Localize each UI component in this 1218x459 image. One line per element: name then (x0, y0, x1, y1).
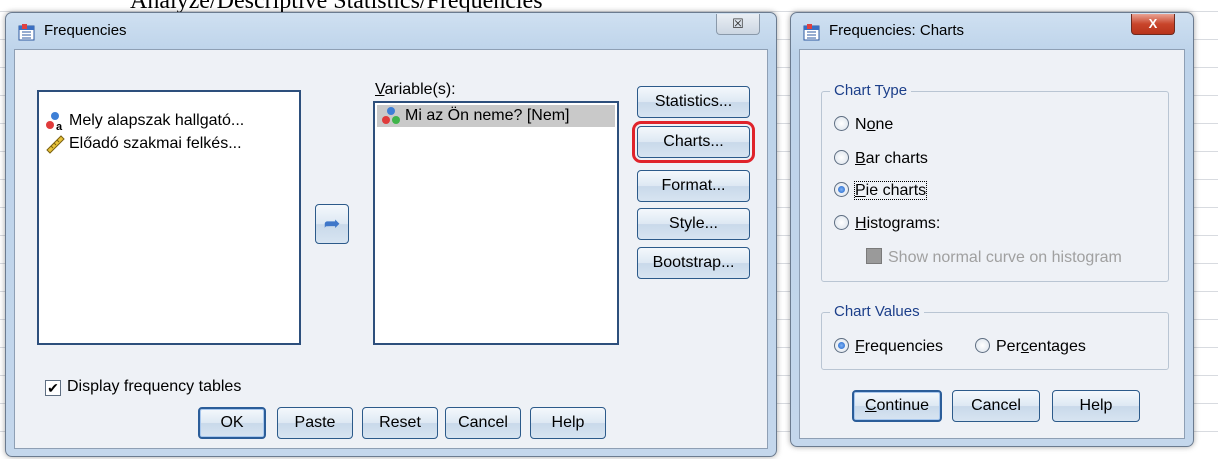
frequencies-app-icon (18, 24, 35, 41)
chart-type-title: Chart Type (830, 82, 912, 99)
charts-client-area: Chart Type None Bar charts Pie charts Hi… (799, 49, 1185, 439)
charts-close-button[interactable]: X (1131, 14, 1175, 35)
charts-button-label: Charts... (663, 133, 724, 150)
list-item[interactable]: Előadó szakmai felkés... (45, 133, 242, 155)
list-item[interactable]: a Mely alapszak hallgató... (45, 110, 244, 132)
frequencies-client-area: a Mely alapszak hallgató... Előadó szakm… (14, 49, 768, 449)
checkmark-icon: ✔ (45, 380, 61, 396)
list-item-label: Előadó szakmai felkés... (69, 135, 242, 152)
frequencies-app-icon (803, 24, 820, 41)
cancel-button[interactable]: Cancel (445, 407, 521, 439)
statistics-button[interactable]: Statistics... (637, 86, 750, 118)
charts-titlebar[interactable]: Frequencies: Charts X (791, 13, 1193, 49)
help-button[interactable]: Help (530, 407, 606, 439)
charts-button[interactable]: Charts... (632, 121, 755, 163)
variables-label: Variable(s): (375, 81, 456, 98)
display-frequency-tables-checkbox[interactable]: ✔ Display frequency tables (45, 377, 241, 397)
move-variable-button[interactable]: ➦ (315, 204, 349, 244)
nominal-variable-icon: a (46, 111, 63, 131)
frequencies-titlebar[interactable]: Frequencies ☒ (6, 13, 776, 49)
help-button-label: Help (551, 414, 585, 431)
format-button-label: Format... (661, 177, 726, 194)
selected-variable-list[interactable]: Mi az Ön neme? [Nem] (373, 101, 619, 345)
ok-button-label: OK (220, 414, 244, 431)
reset-button-label: Reset (379, 414, 421, 431)
help-button-label: Help (1079, 397, 1113, 414)
radio-button-icon (975, 338, 990, 353)
radio-bar-charts[interactable]: Bar charts (834, 149, 928, 169)
radio-pie-charts[interactable]: Pie charts (834, 181, 928, 201)
source-variable-list[interactable]: a Mely alapszak hallgató... Előadó szakm… (37, 90, 301, 345)
frequencies-title: Frequencies (44, 22, 127, 39)
radio-button-icon (834, 116, 849, 131)
bootstrap-button[interactable]: Bootstrap... (637, 247, 750, 279)
nominal-variable-icon (382, 106, 400, 124)
charts-title: Frequencies: Charts (829, 22, 965, 39)
list-item-label: Mely alapszak hallgató... (69, 112, 245, 129)
radio-frequencies[interactable]: Frequencies (834, 337, 943, 357)
show-normal-curve-checkbox[interactable]: Show normal curve on histogram (866, 248, 1122, 268)
radio-button-icon (834, 150, 849, 165)
bootstrap-button-label: Bootstrap... (652, 254, 735, 271)
list-item[interactable]: Mi az Ön neme? [Nem] (377, 105, 615, 127)
radio-none[interactable]: None (834, 115, 893, 135)
charts-help-button[interactable]: Help (1052, 390, 1140, 422)
arrow-icon: ➦ (323, 213, 341, 235)
chart-values-title: Chart Values (830, 303, 924, 320)
display-frequency-tables-label: Display frequency tables (67, 378, 242, 395)
cancel-button-label: Cancel (971, 397, 1021, 414)
radio-button-icon (834, 182, 849, 197)
charts-dialog: Frequencies: Charts X Chart Type None Ba… (790, 12, 1194, 447)
radio-button-icon (834, 338, 849, 353)
continue-button[interactable]: Continue (852, 390, 942, 422)
radio-histograms[interactable]: Histograms: (834, 214, 940, 234)
format-button[interactable]: Format... (637, 170, 750, 202)
paste-button[interactable]: Paste (277, 407, 353, 439)
style-button-label: Style... (669, 215, 718, 232)
list-item-label: Mi az Ön neme? [Nem] (405, 107, 570, 124)
frequencies-close-button[interactable]: ☒ (716, 14, 760, 35)
charts-cancel-button[interactable]: Cancel (952, 390, 1040, 422)
show-normal-curve-label: Show normal curve on histogram (888, 249, 1122, 266)
cancel-button-label: Cancel (458, 414, 508, 431)
paste-button-label: Paste (294, 414, 336, 431)
checkbox-icon (866, 248, 882, 264)
radio-percentages[interactable]: Percentages (975, 337, 1086, 357)
style-button[interactable]: Style... (637, 208, 750, 240)
scale-variable-icon (46, 135, 65, 154)
frequencies-dialog: Frequencies ☒ a Mely alapszak hallgató..… (5, 12, 777, 457)
svg-text:a: a (56, 121, 63, 131)
reset-button[interactable]: Reset (362, 407, 438, 439)
statistics-button-label: Statistics... (654, 93, 733, 110)
ok-button[interactable]: OK (198, 407, 266, 439)
radio-button-icon (834, 215, 849, 230)
